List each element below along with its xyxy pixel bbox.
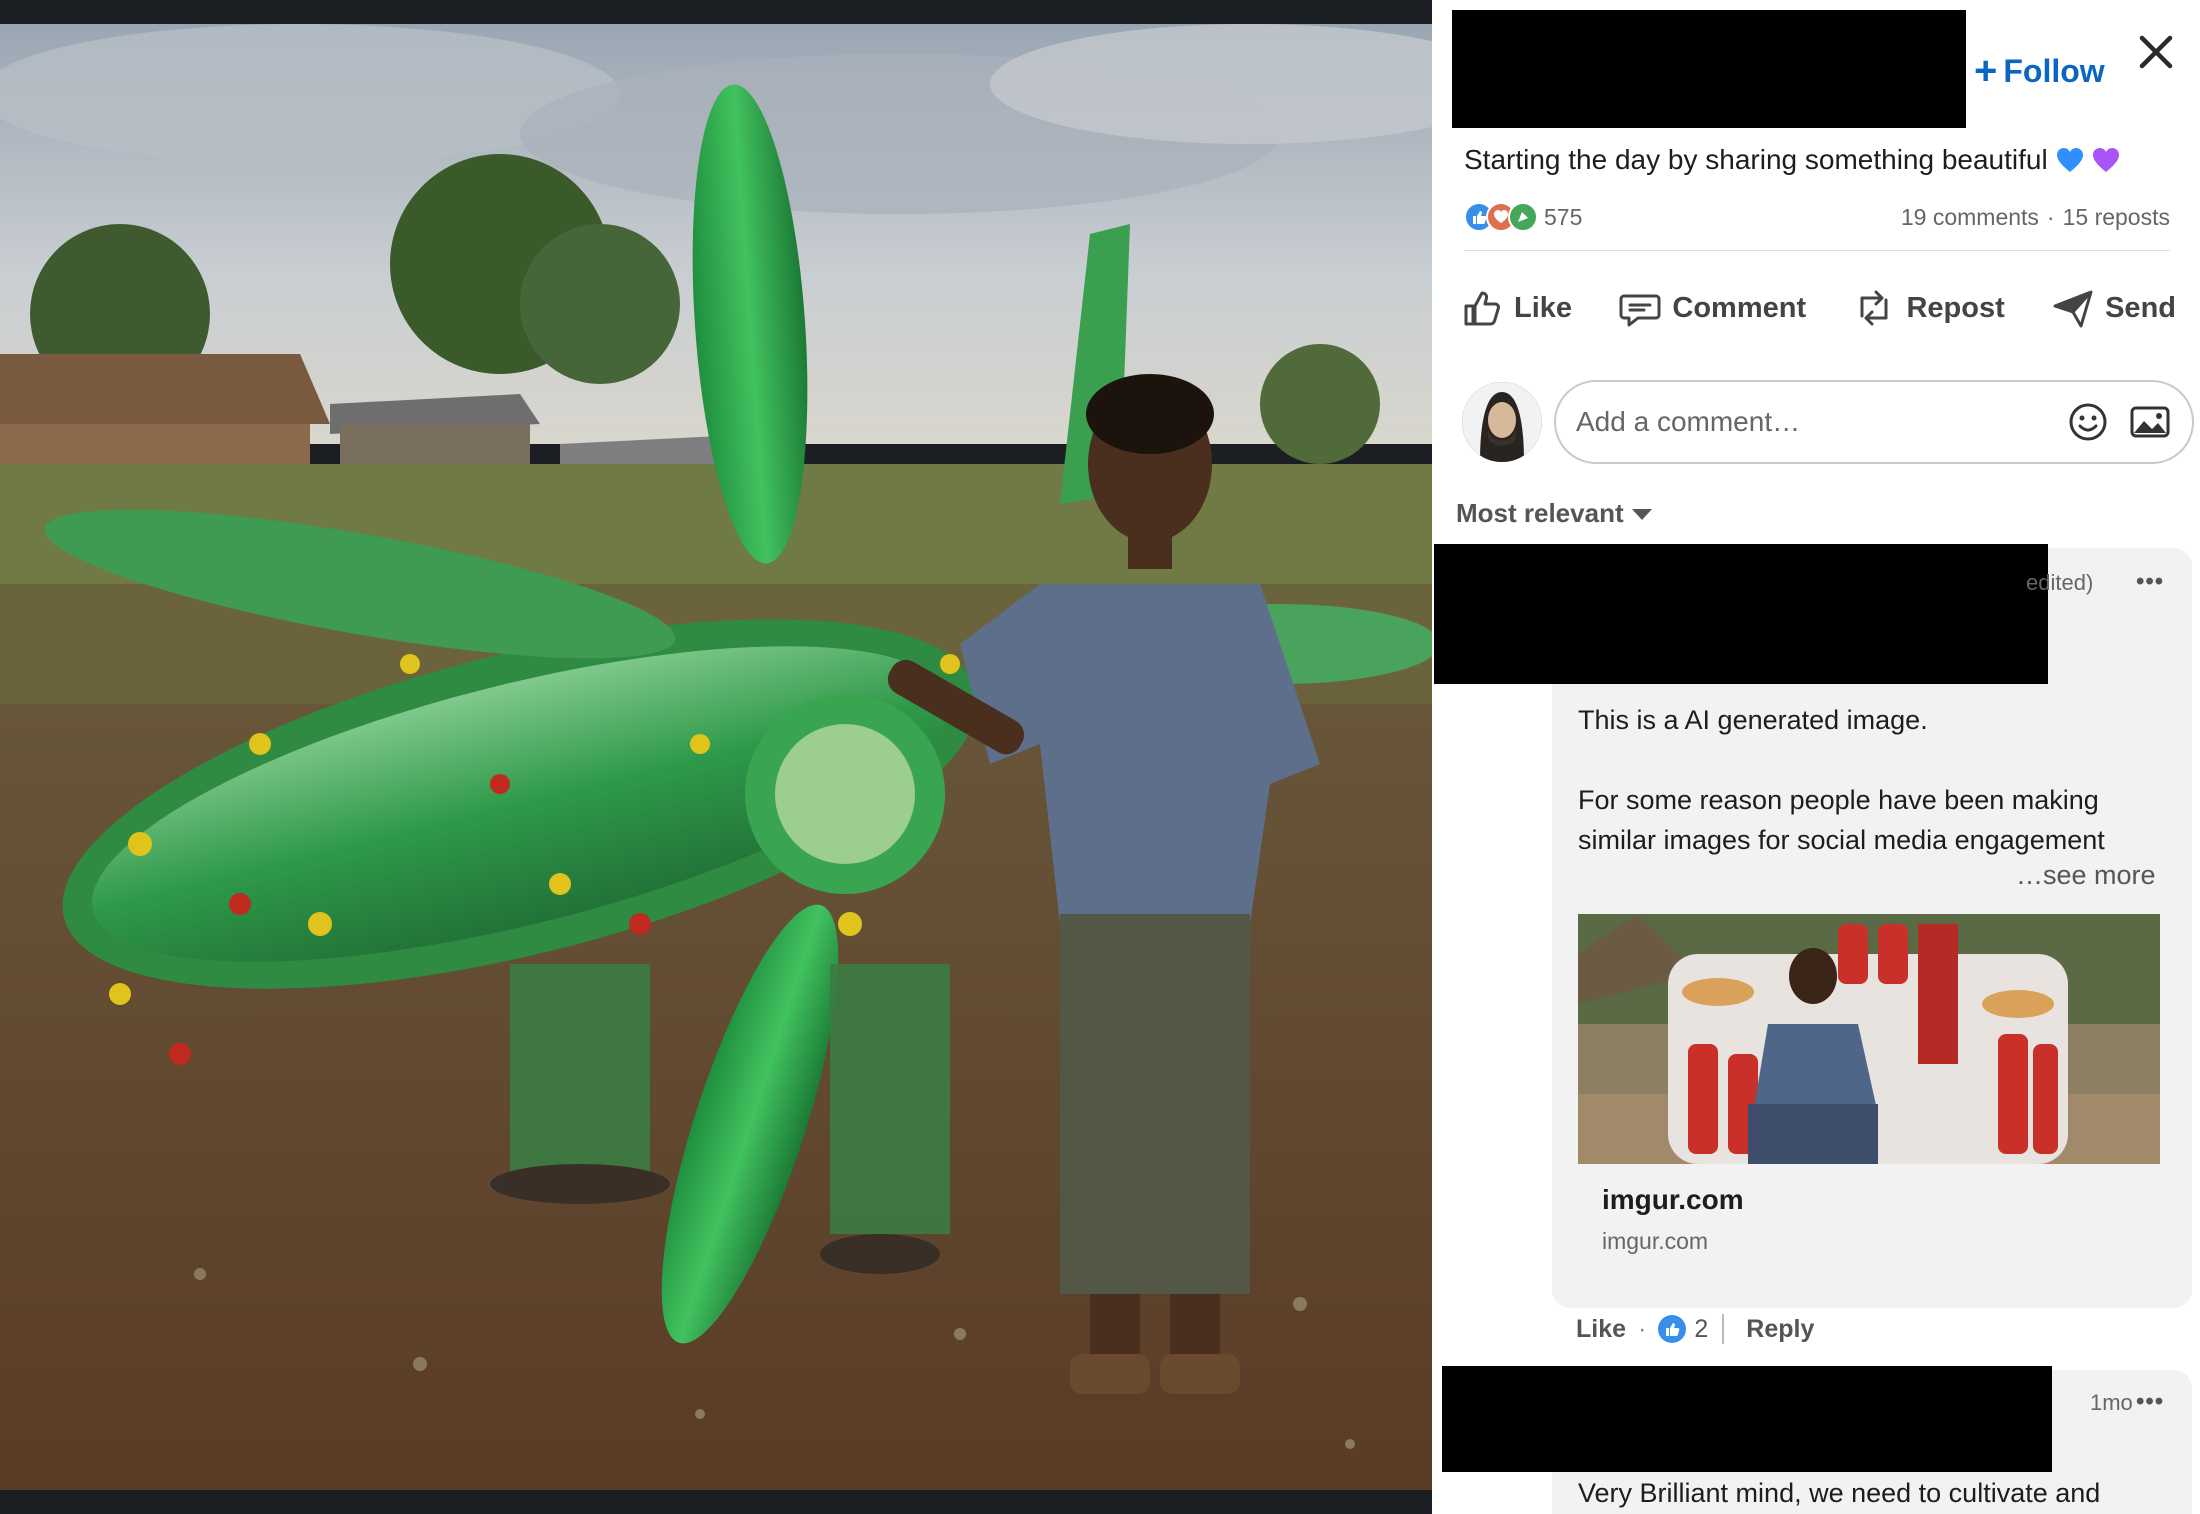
sort-dropdown[interactable]: Most relevant bbox=[1456, 498, 1652, 529]
action-bar: Like Comment Repost Send bbox=[1448, 280, 2188, 336]
comment-action-dot: · bbox=[1638, 1314, 1647, 1343]
paper-plane-icon bbox=[2053, 290, 2093, 328]
link-preview-card[interactable]: imgur.com imgur.com bbox=[1578, 914, 2160, 1254]
more-options-icon[interactable]: ••• bbox=[2136, 568, 2164, 596]
comment-paragraph-2: For some reason people have been making … bbox=[1578, 785, 2105, 855]
comment-timestamp: 1mo bbox=[2090, 1390, 2133, 1415]
reposts-count-link[interactable]: 15 reposts bbox=[2063, 204, 2170, 231]
send-label: Send bbox=[2105, 291, 2176, 324]
reaction-count: 575 bbox=[1544, 203, 1583, 230]
close-icon bbox=[2139, 35, 2173, 69]
purple-heart-icon bbox=[2092, 148, 2119, 172]
blue-heart-icon bbox=[2056, 148, 2083, 172]
speech-bubble-icon bbox=[1619, 294, 1661, 327]
avatar[interactable] bbox=[1462, 382, 1542, 462]
plus-icon: + bbox=[1974, 49, 1998, 93]
reactions-summary[interactable]: 575 bbox=[1464, 202, 1582, 232]
more-options-icon[interactable]: ••• bbox=[2136, 1388, 2164, 1416]
caret-down-icon bbox=[1631, 509, 1652, 520]
comments-count-link[interactable]: 19 comments bbox=[1901, 204, 2039, 231]
comment-input-box bbox=[1554, 380, 2194, 464]
repost-button[interactable]: Repost bbox=[1840, 280, 2016, 336]
divider bbox=[1464, 250, 2170, 251]
comment-text-2: Very Brilliant mind, we need to cultivat… bbox=[1578, 1478, 2101, 1508]
repost-icon bbox=[1860, 290, 1888, 326]
image-pane bbox=[0, 0, 1432, 1514]
post-photo[interactable] bbox=[0, 24, 1432, 1490]
link-preview-image bbox=[1578, 914, 2160, 1164]
like-label: Like bbox=[1514, 291, 1573, 324]
smiley-icon[interactable] bbox=[2066, 400, 2110, 444]
photo-illustration bbox=[0, 24, 1432, 1490]
comment-button[interactable]: Comment bbox=[1606, 280, 1818, 336]
thumbs-up-icon bbox=[1464, 291, 1500, 326]
post-text-content: Starting the day by sharing something be… bbox=[1464, 144, 2048, 175]
post-panel: + Follow Starting the day by sharing som… bbox=[1432, 0, 2200, 1514]
repost-label: Repost bbox=[1906, 291, 2005, 324]
celebrate-reaction-icon bbox=[1508, 202, 1538, 232]
close-button[interactable] bbox=[2134, 30, 2178, 74]
stats-separator: · bbox=[2046, 203, 2055, 230]
link-domain: imgur.com bbox=[1602, 1228, 1709, 1254]
redacted-commenter bbox=[1434, 544, 2048, 684]
follow-button[interactable]: + Follow bbox=[1974, 48, 2105, 94]
comment-text: This is a AI generated image. For some r… bbox=[1578, 700, 2168, 860]
throne-illustration bbox=[1578, 914, 2160, 1164]
comment-paragraph-1: This is a AI generated image. bbox=[1578, 705, 1928, 735]
comment-meta: edited) bbox=[2026, 570, 2094, 595]
post-text: Starting the day by sharing something be… bbox=[1464, 144, 2120, 176]
redacted-commenter-2 bbox=[1442, 1366, 2052, 1472]
redacted-author-block bbox=[1452, 10, 1966, 128]
sort-label: Most relevant bbox=[1456, 498, 1624, 528]
thumbs-up-badge-icon bbox=[1658, 1315, 1687, 1343]
comment-like-count[interactable]: 2 bbox=[1694, 1315, 1708, 1344]
post-stats: 575 19 comments · 15 reposts bbox=[1464, 200, 2170, 234]
image-icon[interactable] bbox=[2128, 400, 2172, 444]
action-divider bbox=[1722, 1314, 1725, 1344]
comment-label: Comment bbox=[1672, 291, 1807, 324]
comment-input[interactable] bbox=[1576, 406, 2048, 438]
like-button[interactable]: Like bbox=[1448, 280, 1584, 336]
comment-like-button[interactable]: Like bbox=[1576, 1315, 1626, 1344]
send-button[interactable]: Send bbox=[2039, 280, 2188, 336]
comment-actions: Like · 2 Reply bbox=[1576, 1312, 1814, 1346]
link-title: imgur.com bbox=[1602, 1184, 1744, 1215]
see-more-link[interactable]: …see more bbox=[2016, 860, 2156, 891]
reply-button[interactable]: Reply bbox=[1746, 1315, 1814, 1344]
follow-label: Follow bbox=[2003, 52, 2105, 89]
user-avatar-image bbox=[1462, 382, 1542, 462]
